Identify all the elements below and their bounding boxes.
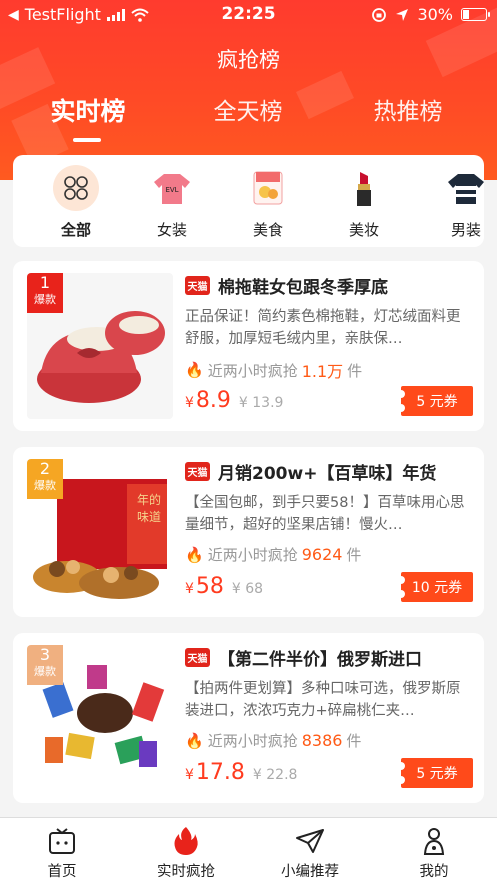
nav-realtime[interactable]: 实时疯抢 xyxy=(124,826,248,881)
category-label: 女装 xyxy=(156,221,187,239)
original-price: ¥ 13.9 xyxy=(238,395,284,411)
nav-home[interactable]: 首页 xyxy=(0,826,124,881)
sales-info: 🔥 近两小时疯抢 9624 件 xyxy=(185,545,362,564)
sales-count: 8386 xyxy=(301,731,343,750)
product-image: 3 爆款 xyxy=(27,645,173,791)
tab-hot-recommend[interactable]: 热推榜 xyxy=(338,92,478,126)
page-title: 疯抢榜 xyxy=(217,48,280,72)
flame-icon: 🔥 xyxy=(185,731,204,750)
rank-badge: 3 爆款 xyxy=(27,645,63,685)
nav-editor-picks[interactable]: 小编推荐 xyxy=(248,826,372,881)
category-womens[interactable]: EVL 女装 xyxy=(137,165,207,240)
flame-icon: 🔥 xyxy=(185,545,204,564)
paper-plane-icon xyxy=(248,826,372,856)
price: ¥58 ¥ 68 xyxy=(185,574,264,599)
snack-icon xyxy=(245,165,291,211)
mens-sweater-icon xyxy=(443,165,489,211)
category-mens[interactable]: 男装 xyxy=(431,165,497,240)
category-label: 美食 xyxy=(252,221,283,239)
active-tab-indicator xyxy=(73,138,101,142)
nav-profile[interactable]: 我的 xyxy=(372,826,496,881)
svg-text:年的: 年的 xyxy=(137,492,161,507)
flame-icon: 🔥 xyxy=(185,361,204,379)
sales-info: 🔥 近两小时疯抢 1.1万 件 xyxy=(185,358,473,382)
price: ¥8.9 ¥ 13.9 xyxy=(185,388,284,413)
product-image: 年的 味道 2 爆款 xyxy=(27,459,173,605)
product-card[interactable]: 1 爆款 天猫 棉拖鞋女包跟冬季厚底 正品保证！简约素色棉拖鞋，灯芯绒面料更舒服… xyxy=(13,261,484,431)
nav-label: 我的 xyxy=(419,864,449,880)
coupon-button[interactable]: 5 元券 xyxy=(397,386,473,416)
category-beauty[interactable]: 美妆 xyxy=(329,165,399,240)
product-title: 月销200w+【百草味】年货 xyxy=(218,464,437,484)
product-description: 【拍两件更划算】多种口味可选，俄罗斯原装进口，浓浓巧克力+碎扁桃仁夹… xyxy=(185,681,461,719)
coupon-button[interactable]: 5 元券 xyxy=(397,758,473,788)
category-all[interactable]: 全部 xyxy=(41,165,111,240)
svg-text:味道: 味道 xyxy=(137,510,161,524)
sales-info: 🔥 近两小时疯抢 8386 件 xyxy=(185,731,362,750)
sales-count: 1.1万 xyxy=(301,362,344,381)
tab-realtime[interactable]: 实时榜 xyxy=(18,92,158,128)
coupon-button[interactable]: 10 元券 xyxy=(397,572,473,602)
product-title: 【第二件半价】俄罗斯进口 xyxy=(218,650,422,670)
profile-icon xyxy=(372,826,496,856)
product-image: 1 爆款 xyxy=(27,273,173,419)
battery-percent: 30% xyxy=(417,5,453,24)
category-label: 全部 xyxy=(60,221,91,239)
location-icon xyxy=(396,8,409,21)
product-card[interactable]: 年的 味道 2 爆款 天猫 月销200w+【百草味】年货 【全国包邮，到手只要5… xyxy=(13,447,484,617)
category-bar: 全部 EVL 女装 美食 美妆 男装 xyxy=(13,155,484,247)
tmall-icon: 天猫 xyxy=(185,462,210,481)
tab-allday[interactable]: 全天榜 xyxy=(178,92,318,126)
price: ¥17.8 ¥ 22.8 xyxy=(185,760,298,785)
ranking-tabs: 实时榜 全天榜 热推榜 xyxy=(0,92,497,142)
product-description: 正品保证！简约素色棉拖鞋，灯芯绒面料更舒服，加厚短毛绒内里，亲肤保… xyxy=(185,309,461,347)
rank-badge: 2 爆款 xyxy=(27,459,63,499)
nav-label: 小编推荐 xyxy=(281,864,339,880)
battery-icon xyxy=(461,8,490,21)
status-bar: ◀ TestFlight 22:25 30% xyxy=(0,0,497,30)
original-price: ¥ 22.8 xyxy=(252,767,298,783)
product-description: 【全国包邮，到手只要58！】百草味用心思量细节，超好的坚果店铺！慢火… xyxy=(185,495,465,533)
sweater-icon: EVL xyxy=(149,165,195,211)
tmall-icon: 天猫 xyxy=(185,648,210,667)
original-price: ¥ 68 xyxy=(231,581,264,597)
nav-label: 首页 xyxy=(47,864,77,880)
category-label: 男装 xyxy=(450,221,481,239)
lipstick-icon xyxy=(341,165,387,211)
svg-text:EVL: EVL xyxy=(165,186,178,194)
category-label: 美妆 xyxy=(348,221,379,239)
rank-badge: 1 爆款 xyxy=(27,273,63,313)
sales-count: 9624 xyxy=(301,545,343,564)
tv-home-icon xyxy=(0,826,124,856)
nav-label: 实时疯抢 xyxy=(157,864,215,880)
rotation-lock-icon xyxy=(372,7,387,22)
product-title: 棉拖鞋女包跟冬季厚底 xyxy=(218,278,388,298)
category-food[interactable]: 美食 xyxy=(233,165,303,240)
flame-icon xyxy=(124,826,248,856)
tmall-icon: 天猫 xyxy=(185,276,210,295)
bottom-navigation: 首页 实时疯抢 小编推荐 我的 xyxy=(0,817,497,883)
grid-icon xyxy=(53,165,99,211)
product-card[interactable]: 3 爆款 天猫 【第二件半价】俄罗斯进口 【拍两件更划算】多种口味可选，俄罗斯原… xyxy=(13,633,484,803)
